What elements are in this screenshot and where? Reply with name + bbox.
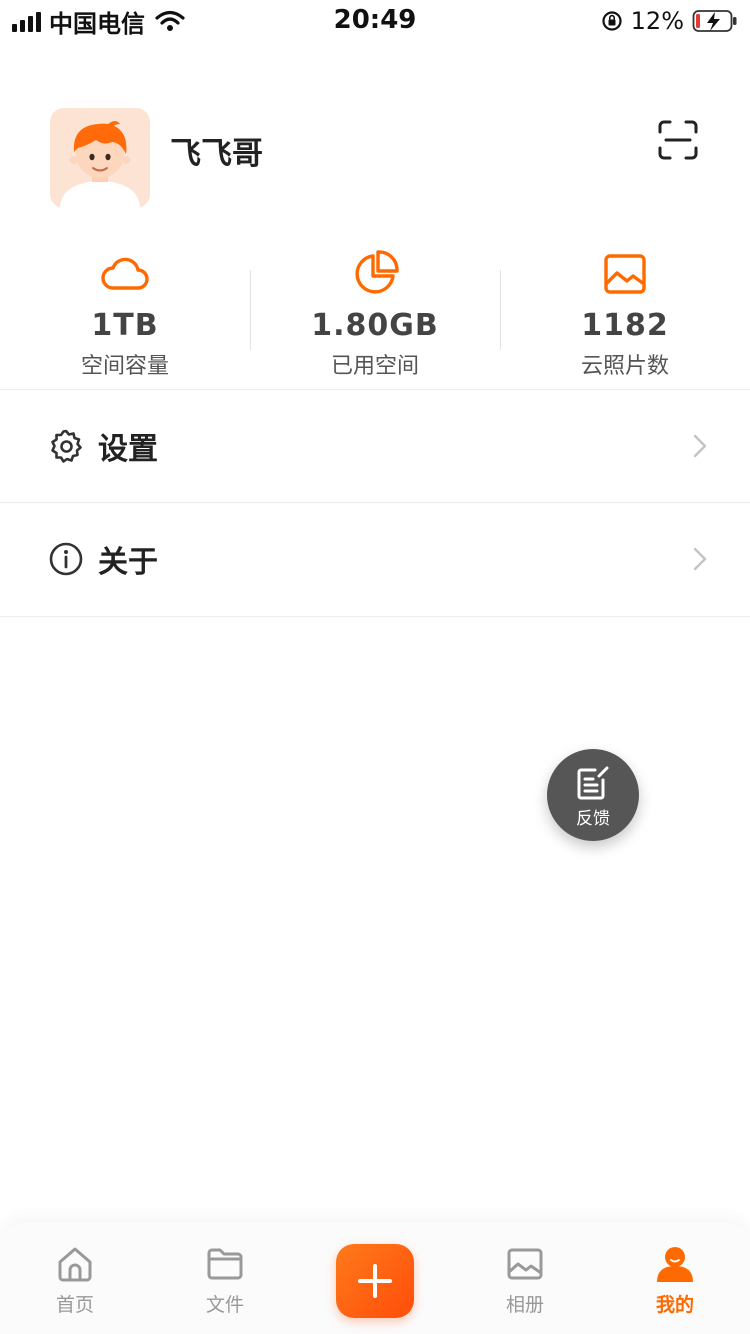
tab-label: 首页	[55, 1294, 94, 1316]
stat-value: 1.80GB	[311, 308, 439, 343]
image-icon	[604, 254, 646, 294]
orientation-lock-icon	[602, 11, 622, 31]
status-bar: 中国电信 20:49 12%	[0, 0, 750, 40]
folder-icon	[207, 1248, 243, 1280]
info-icon	[49, 542, 83, 576]
home-icon	[58, 1247, 92, 1282]
user-icon	[657, 1247, 693, 1282]
feedback-button[interactable]: 反馈	[547, 749, 639, 841]
stat-label: 云照片数	[580, 354, 669, 379]
menu-item-settings[interactable]: 设置	[0, 390, 750, 502]
plus-icon	[358, 1264, 392, 1298]
profile-screen: 中国电信 20:49 12% 飞飞哥 1TB 空间容量 1.80GB 已用空间 …	[0, 0, 750, 1334]
chevron-right-icon	[693, 434, 707, 458]
username: 飞飞哥	[170, 136, 263, 172]
photo-album-icon	[507, 1248, 543, 1280]
stat-photos[interactable]: 1182 云照片数	[500, 240, 750, 380]
feedback-label: 反馈	[576, 808, 610, 829]
storage-stats: 1TB 空间容量 1.80GB 已用空间 1182 云照片数	[0, 240, 750, 380]
stat-used[interactable]: 1.80GB 已用空间	[250, 240, 500, 380]
status-bar-right: 12%	[601, 6, 738, 36]
tab-files[interactable]: 文件	[175, 1244, 275, 1317]
bottom-tab-bar: 首页 文件 相册 我的	[0, 1222, 750, 1334]
tab-label: 我的	[655, 1294, 694, 1316]
menu-label-settings: 设置	[98, 432, 158, 467]
tab-home[interactable]: 首页	[25, 1244, 125, 1317]
stat-label: 空间容量	[80, 354, 169, 379]
avatar[interactable]	[50, 108, 150, 208]
cloud-icon	[101, 257, 149, 290]
tab-label: 文件	[205, 1294, 244, 1316]
stat-capacity[interactable]: 1TB 空间容量	[0, 240, 250, 380]
menu-label-about: 关于	[98, 545, 158, 580]
menu-item-about[interactable]: 关于	[0, 503, 750, 615]
add-button[interactable]	[336, 1244, 414, 1318]
stat-value: 1TB	[91, 308, 159, 343]
menu-divider	[0, 616, 750, 617]
chevron-right-icon	[693, 547, 707, 571]
stat-value: 1182	[581, 308, 669, 343]
battery-charging-icon	[692, 10, 737, 32]
tab-label: 相册	[505, 1294, 544, 1316]
scan-button[interactable]	[656, 118, 700, 162]
tab-mine[interactable]: 我的	[625, 1244, 725, 1317]
avatar-illustration	[50, 108, 150, 208]
stat-label: 已用空间	[330, 354, 419, 379]
tab-album[interactable]: 相册	[475, 1244, 575, 1317]
battery-percent: 12%	[630, 7, 684, 35]
pie-chart-icon	[355, 250, 399, 294]
feedback-edit-icon	[577, 766, 609, 799]
gear-icon	[51, 429, 82, 463]
scan-icon	[658, 120, 698, 160]
